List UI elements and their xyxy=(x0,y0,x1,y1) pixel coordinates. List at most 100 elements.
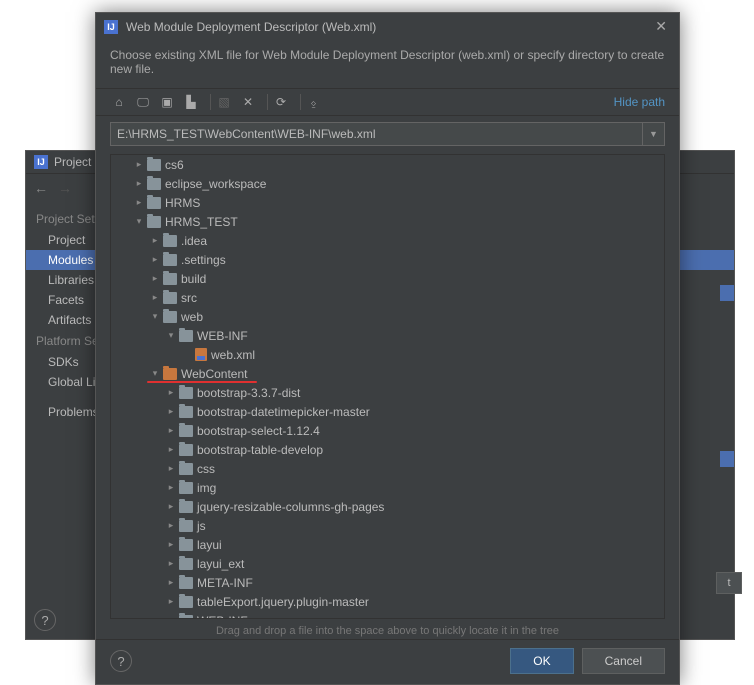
tree-row[interactable]: ▸ cs6 xyxy=(111,155,664,174)
tree-row[interactable]: ▸layui xyxy=(111,535,664,554)
home-icon[interactable]: ⌂ xyxy=(110,93,128,111)
tree-row[interactable]: ▸build xyxy=(111,269,664,288)
dialog-title: Web Module Deployment Descriptor (Web.xm… xyxy=(126,20,651,34)
chevron-right-icon[interactable]: ▸ xyxy=(149,235,161,246)
path-dropdown-icon[interactable]: ▼ xyxy=(643,122,665,146)
tree-label: META-INF xyxy=(197,576,253,590)
folder-icon xyxy=(147,178,161,190)
desktop-icon[interactable]: 🖵 xyxy=(134,93,152,111)
hide-path-link[interactable]: Hide path xyxy=(614,95,665,109)
tree-row[interactable]: ▸ bootstrap-3.3.7-dist xyxy=(111,383,664,402)
tree-row[interactable]: ▾ web xyxy=(111,307,664,326)
tree-row[interactable]: ▸ bootstrap-datetimepicker-master xyxy=(111,402,664,421)
cancel-button[interactable]: Cancel xyxy=(582,648,665,674)
folder-icon xyxy=(179,463,193,475)
tree-label: css xyxy=(197,462,215,476)
chevron-right-icon[interactable]: ▸ xyxy=(165,520,177,531)
tree-label: HRMS xyxy=(165,196,200,210)
help-button[interactable]: ? xyxy=(110,650,132,672)
help-button[interactable]: ? xyxy=(34,609,56,631)
folder-icon xyxy=(179,615,193,620)
tree-row[interactable]: ▾HRMS_TEST xyxy=(111,212,664,231)
folder-icon xyxy=(179,330,193,342)
chevron-right-icon[interactable]: ▸ xyxy=(133,178,145,189)
tree-row[interactable]: ▸ css xyxy=(111,459,664,478)
toolbar: ⌂ 🖵 ▣ ▙ ▧ ✕ ⟳ ⍚ Hide path xyxy=(96,88,679,116)
tree-label: src xyxy=(181,291,197,305)
chevron-right-icon[interactable]: ▸ xyxy=(165,406,177,417)
tree-label: cs6 xyxy=(165,158,184,172)
chevron-right-icon[interactable]: ▸ xyxy=(133,197,145,208)
folder-icon xyxy=(147,197,161,209)
chevron-down-icon[interactable]: ▾ xyxy=(149,368,161,379)
tree-label: web xyxy=(181,310,203,324)
chevron-right-icon[interactable]: ▸ xyxy=(165,387,177,398)
path-input[interactable] xyxy=(110,122,643,146)
chevron-right-icon[interactable]: ▸ xyxy=(149,254,161,265)
tree-row[interactable]: ▸ HRMS xyxy=(111,193,664,212)
path-bar: ▼ xyxy=(110,122,665,146)
tree-row[interactable]: ▸ .settings xyxy=(111,250,664,269)
folder-icon xyxy=(179,387,193,399)
folder-icon xyxy=(179,406,193,418)
bg-right-fragment xyxy=(720,271,734,571)
tree-row[interactable]: ▾ WEB-INF xyxy=(111,611,664,619)
chevron-down-icon[interactable]: ▾ xyxy=(133,216,145,227)
chevron-down-icon[interactable]: ▾ xyxy=(165,615,177,619)
intellij-icon: IJ xyxy=(104,20,118,34)
annotation-underline xyxy=(147,381,257,383)
tree-label: tableExport.jquery.plugin-master xyxy=(197,595,369,609)
file-tree[interactable]: ▸cs6▸eclipse_workspace▸HRMS▾HRMS_TEST▸.i… xyxy=(110,154,665,619)
folder-icon xyxy=(163,368,177,380)
folder-icon xyxy=(179,539,193,551)
tree-label: WEB-INF xyxy=(197,614,248,620)
chevron-right-icon[interactable]: ▸ xyxy=(149,273,161,284)
chevron-right-icon[interactable]: ▸ xyxy=(165,463,177,474)
tree-row[interactable]: ▾WEB-INF xyxy=(111,326,664,345)
chevron-down-icon[interactable]: ▾ xyxy=(165,330,177,341)
tree-row[interactable]: ▸.idea xyxy=(111,231,664,250)
tree-row[interactable]: ▸web.xml xyxy=(111,345,664,364)
chevron-right-icon[interactable]: ▸ xyxy=(165,444,177,455)
back-arrow-icon[interactable]: ← xyxy=(34,180,48,196)
tree-row[interactable]: ▸ src xyxy=(111,288,664,307)
new-folder-icon: ▧ xyxy=(215,93,233,111)
project-icon[interactable]: ▣ xyxy=(158,93,176,111)
chevron-right-icon[interactable]: ▸ xyxy=(165,501,177,512)
forward-arrow-icon[interactable]: → xyxy=(58,180,72,196)
tree-row[interactable]: ▸bootstrap-select-1.12.4 xyxy=(111,421,664,440)
tree-label: bootstrap-3.3.7-dist xyxy=(197,386,300,400)
chevron-down-icon[interactable]: ▾ xyxy=(149,311,161,322)
chevron-right-icon[interactable]: ▸ xyxy=(133,159,145,170)
tree-row[interactable]: ▸bootstrap-table-develop xyxy=(111,440,664,459)
ok-button[interactable]: OK xyxy=(510,648,573,674)
tree-row[interactable]: ▸ jquery-resizable-columns-gh-pages xyxy=(111,497,664,516)
folder-icon xyxy=(163,273,177,285)
module-icon[interactable]: ▙ xyxy=(182,93,200,111)
chevron-right-icon[interactable]: ▸ xyxy=(149,292,161,303)
fragment-button[interactable]: t xyxy=(716,572,742,594)
tree-label: .settings xyxy=(181,253,226,267)
folder-icon xyxy=(179,425,193,437)
tree-row[interactable]: ▸eclipse_workspace xyxy=(111,174,664,193)
delete-icon[interactable]: ✕ xyxy=(239,93,257,111)
chevron-right-icon[interactable]: ▸ xyxy=(165,577,177,588)
folder-icon xyxy=(179,558,193,570)
separator xyxy=(210,94,211,110)
chevron-right-icon[interactable]: ▸ xyxy=(165,596,177,607)
chevron-right-icon[interactable]: ▸ xyxy=(165,539,177,550)
tree-label: jquery-resizable-columns-gh-pages xyxy=(197,500,384,514)
tree-label: bootstrap-datetimepicker-master xyxy=(197,405,370,419)
tree-row[interactable]: ▸layui_ext xyxy=(111,554,664,573)
tree-row[interactable]: ▸ META-INF xyxy=(111,573,664,592)
show-hidden-icon[interactable]: ⍚ xyxy=(305,93,323,111)
folder-icon xyxy=(163,311,177,323)
tree-row[interactable]: ▸js xyxy=(111,516,664,535)
tree-row[interactable]: ▸img xyxy=(111,478,664,497)
tree-row[interactable]: ▸ tableExport.jquery.plugin-master xyxy=(111,592,664,611)
chevron-right-icon[interactable]: ▸ xyxy=(165,558,177,569)
chevron-right-icon[interactable]: ▸ xyxy=(165,425,177,436)
close-icon[interactable]: ✕ xyxy=(651,18,671,35)
refresh-icon[interactable]: ⟳ xyxy=(272,93,290,111)
chevron-right-icon[interactable]: ▸ xyxy=(165,482,177,493)
